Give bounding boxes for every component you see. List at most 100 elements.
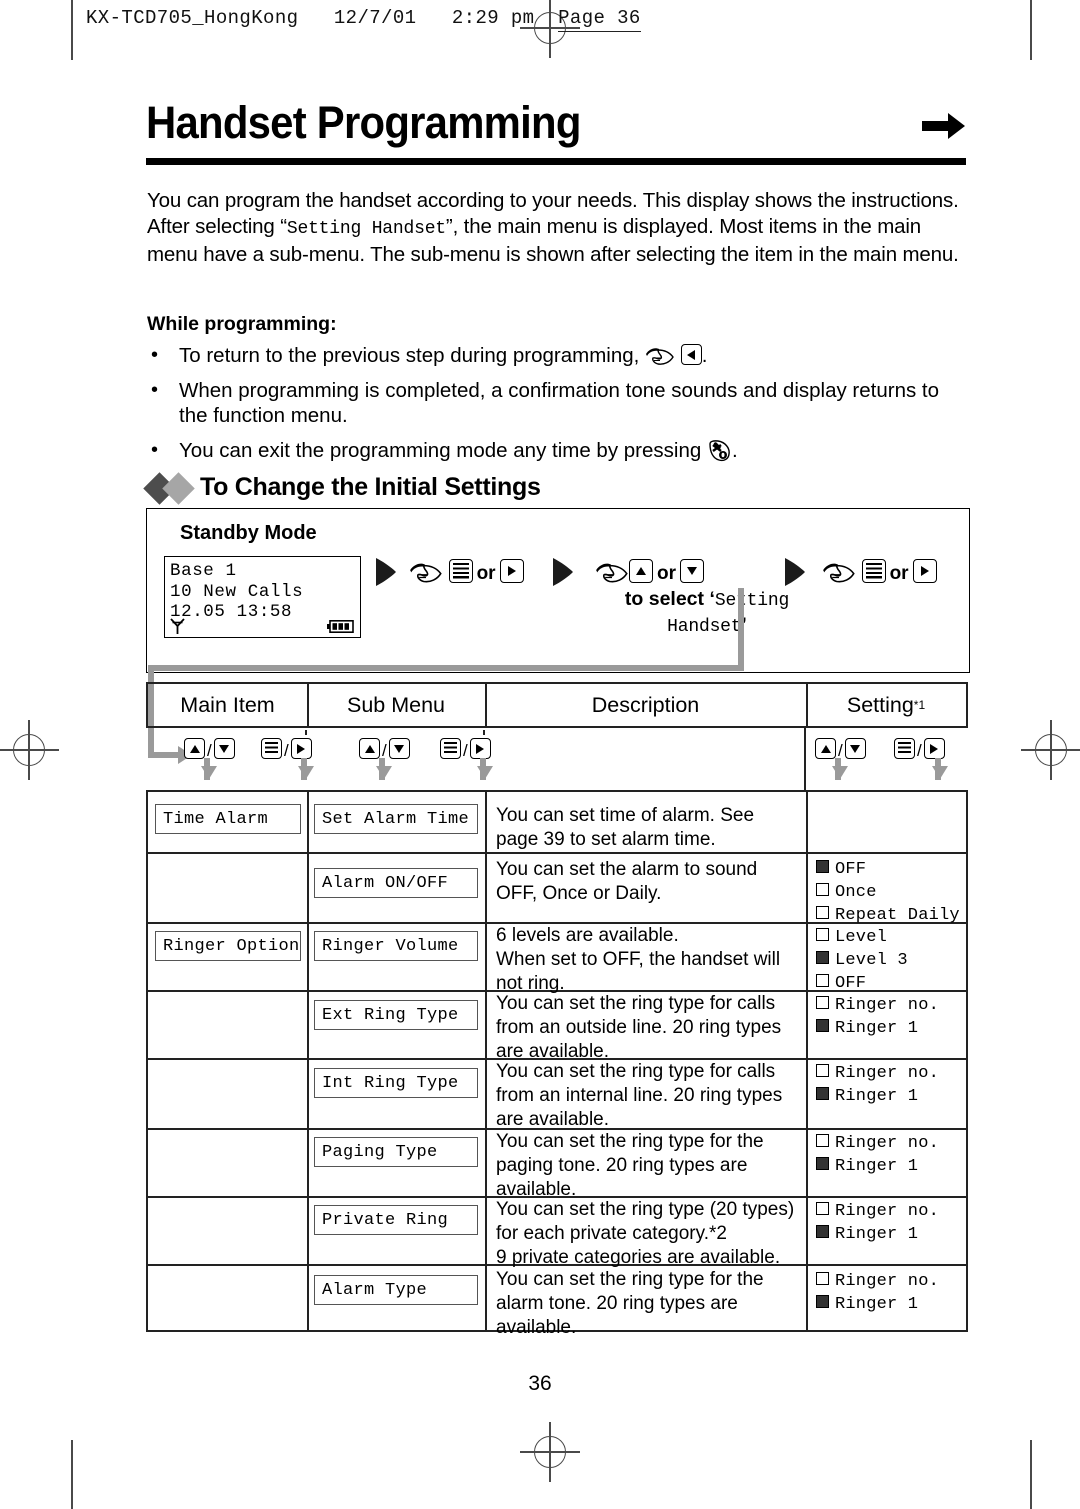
setting-label: Ringer 1 bbox=[835, 1019, 919, 1038]
checkbox-checked-icon bbox=[816, 1019, 829, 1032]
table-cell-sub-menu: Ext Ring Type bbox=[314, 1000, 478, 1030]
sub-menu-label: Paging Type bbox=[322, 1142, 438, 1162]
bullet-text-3: You can exit the programming mode any ti… bbox=[179, 438, 702, 462]
table-cell-setting: Level Level 3 OFF bbox=[816, 926, 908, 995]
table-cell-sub-menu: Alarm ON/OFF bbox=[314, 868, 478, 898]
title-rule bbox=[146, 158, 966, 165]
setting-option: Ringer no. bbox=[816, 1200, 939, 1223]
up-arrow-key-icon bbox=[184, 738, 205, 759]
table-cell-main-item: Time Alarm bbox=[155, 804, 301, 834]
standby-step-2-caption: to select ‘Setting Handset’ bbox=[587, 587, 827, 639]
description-text: You can set the alarm to sound OFF, Once… bbox=[496, 859, 758, 904]
keyrow-down-stem bbox=[480, 758, 486, 780]
menu-key-icon bbox=[894, 738, 915, 759]
column-header-footnote: *1 bbox=[913, 698, 926, 712]
checkbox-icon bbox=[816, 928, 829, 941]
section-heading-label: To Change the Initial Settings bbox=[200, 473, 541, 501]
menu-key-icon bbox=[261, 738, 282, 759]
table-cell-sub-menu: Paging Type bbox=[314, 1137, 478, 1167]
column-header-label: Setting bbox=[846, 692, 914, 717]
setting-label: Ringer 1 bbox=[835, 1157, 919, 1176]
keyrow-down-stem bbox=[835, 758, 841, 780]
up-arrow-key-icon bbox=[359, 738, 380, 759]
column-header-description: Description bbox=[485, 684, 806, 726]
table-cell-sub-menu: Alarm Type bbox=[314, 1275, 478, 1305]
intro-mono-term: Setting Handset bbox=[286, 218, 446, 239]
setting-label: Ringer 1 bbox=[835, 1225, 919, 1244]
checkbox-checked-icon bbox=[816, 1087, 829, 1100]
standby-mode-title: Standby Mode bbox=[180, 522, 317, 544]
setting-label: Ringer no. bbox=[835, 996, 940, 1015]
sub-menu-label: Ext Ring Type bbox=[322, 1005, 459, 1025]
setting-label: Level bbox=[835, 928, 888, 947]
setting-option: Once bbox=[816, 881, 960, 904]
flow-arrow-icon bbox=[553, 558, 573, 586]
setting-label: Ringer no. bbox=[835, 1134, 940, 1153]
table-cell-main-item: Ringer Option bbox=[155, 931, 301, 961]
table-cell-description: You can set the ring type for calls from… bbox=[496, 992, 798, 1064]
table-cell-setting: Ringer no. Ringer 1 bbox=[816, 994, 939, 1040]
flow-arrow-icon bbox=[376, 558, 396, 586]
crop-line-bottom-right bbox=[1030, 1440, 1032, 1509]
setting-option: OFF bbox=[816, 858, 960, 881]
table-cell-sub-menu: Ringer Volume bbox=[314, 931, 478, 961]
setting-option: Ringer 1 bbox=[816, 1293, 939, 1316]
checkbox-checked-icon bbox=[816, 1225, 829, 1238]
checkbox-checked-icon bbox=[816, 860, 829, 873]
table-column-divider bbox=[485, 792, 487, 1330]
up-arrow-key-icon bbox=[629, 559, 653, 583]
registration-mark-bottom bbox=[520, 1422, 580, 1482]
page-title-area: Handset Programming bbox=[146, 100, 966, 145]
keyrow-separator bbox=[804, 728, 806, 790]
menu-key-icon bbox=[448, 559, 473, 583]
setting-option: Level bbox=[816, 926, 908, 949]
right-arrow-key-icon bbox=[290, 738, 312, 759]
sub-menu-label: Int Ring Type bbox=[322, 1073, 459, 1093]
lcd-line-1: Base 1 bbox=[170, 561, 237, 581]
keyrow-down-stem bbox=[935, 758, 941, 780]
intro-paragraph: You can program the handset according to… bbox=[147, 188, 962, 268]
checkbox-icon bbox=[816, 1202, 829, 1215]
table-cell-sub-menu: Set Alarm Time bbox=[314, 804, 478, 834]
bullet-after-3: . bbox=[731, 438, 738, 462]
setting-label: Ringer no. bbox=[835, 1064, 940, 1083]
right-arrow-key-icon bbox=[912, 559, 937, 583]
setting-option: Ringer no. bbox=[816, 1132, 939, 1155]
setting-option: Level 3 bbox=[816, 949, 908, 972]
column-header-label: Description bbox=[591, 692, 700, 717]
menu-key-icon bbox=[861, 559, 886, 583]
checkbox-icon bbox=[816, 974, 829, 987]
crop-line-top-right bbox=[1030, 0, 1032, 60]
description-text: You can set the ring type (20 types) for… bbox=[496, 1199, 795, 1268]
page-title: Handset Programming bbox=[146, 97, 581, 148]
column-header-setting: Setting *1 bbox=[806, 684, 966, 726]
setting-label: Ringer 1 bbox=[835, 1295, 919, 1314]
key-separator: / bbox=[284, 741, 289, 760]
table-cell-setting: Ringer no. Ringer 1 bbox=[816, 1132, 939, 1178]
crop-line-top-left bbox=[71, 0, 73, 60]
keyrow-down-stem bbox=[301, 758, 307, 780]
lcd-display: Base 1 10 New Calls 12.05 13:58 bbox=[164, 556, 361, 638]
checkbox-checked-icon bbox=[816, 951, 829, 964]
bullet-text-1: To return to the previous step during pr… bbox=[179, 344, 640, 367]
step-3-or-label: or bbox=[889, 563, 909, 584]
bullet-dot: • bbox=[151, 378, 159, 401]
setting-option: OFF bbox=[816, 972, 908, 995]
key-separator: / bbox=[463, 741, 468, 760]
list-item: • To return to the previous step during … bbox=[147, 343, 965, 369]
sub-menu-label: Private Ring bbox=[322, 1210, 449, 1230]
setting-option: Ringer 1 bbox=[816, 1017, 939, 1040]
menu-key-icon bbox=[440, 738, 461, 759]
sub-menu-label: Alarm Type bbox=[322, 1280, 428, 1300]
setting-label: OFF bbox=[835, 974, 867, 993]
main-item-label: Ringer Option bbox=[163, 936, 300, 956]
checkbox-icon bbox=[816, 1064, 829, 1077]
right-arrow-icon bbox=[922, 113, 965, 139]
down-arrow-key-icon bbox=[844, 738, 866, 759]
flow-arrow-icon bbox=[785, 558, 805, 586]
right-arrow-key-icon bbox=[923, 738, 945, 759]
checkbox-checked-icon bbox=[816, 1295, 829, 1308]
table-cell-description: You can set the ring type for calls from… bbox=[496, 1060, 798, 1132]
bullet-dot: • bbox=[151, 344, 159, 366]
running-header-page: Page 36 bbox=[558, 7, 641, 32]
